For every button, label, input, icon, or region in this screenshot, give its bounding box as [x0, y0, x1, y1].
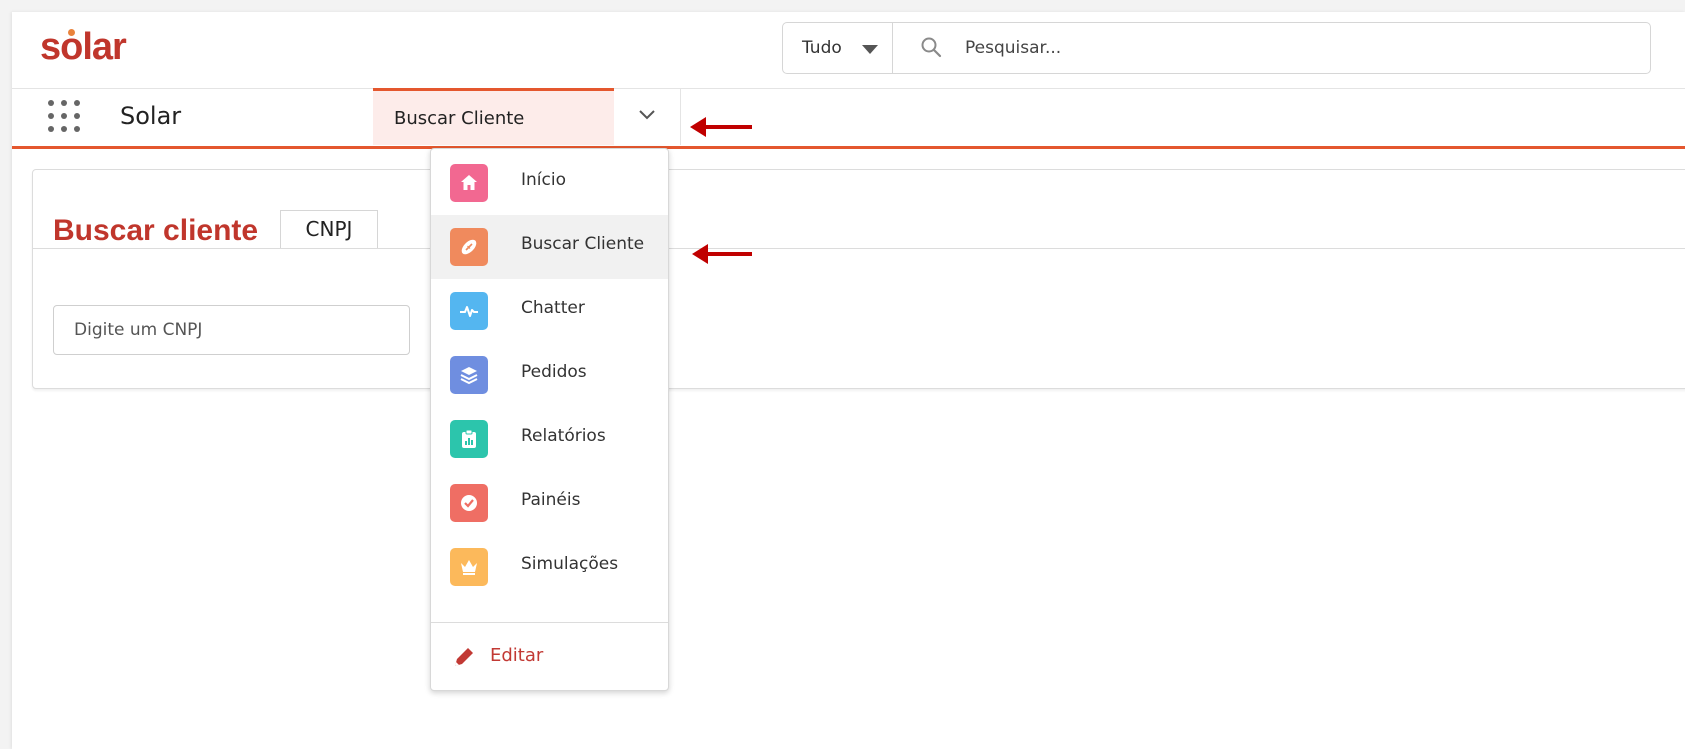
edit-nav-button[interactable]: Editar: [431, 623, 668, 689]
menu-item-label: Início: [521, 170, 566, 190]
menu-item-label: Painéis: [521, 490, 581, 510]
pulse-icon: [450, 292, 488, 330]
menu-item-simulacoes[interactable]: Simulações: [431, 535, 668, 599]
search-input[interactable]: [963, 31, 1627, 65]
menu-item-label: Buscar Cliente: [521, 234, 645, 254]
global-search: Tudo: [782, 22, 1651, 74]
menu-item-label: Relatórios: [521, 426, 606, 446]
search-scope-label: Tudo: [802, 38, 842, 58]
football-icon: [450, 228, 488, 266]
caret-down-icon: [862, 45, 878, 54]
app-name: Solar: [120, 102, 182, 130]
annotation-arrow: [692, 244, 752, 264]
card-divider: [33, 248, 1685, 249]
menu-item-buscar-cliente[interactable]: Buscar Cliente: [431, 215, 668, 279]
app-window: solar Tudo Solar Buscar Cliente: [12, 12, 1685, 749]
report-icon: [450, 420, 488, 458]
card-title: Buscar cliente: [53, 214, 259, 247]
logo-sun-icon: [68, 29, 75, 36]
menu-item-inicio[interactable]: Início: [431, 151, 668, 215]
app-navbar: Solar Buscar Cliente: [12, 88, 1685, 149]
menu-item-paineis[interactable]: Painéis: [431, 471, 668, 535]
tab-cnpj[interactable]: CNPJ: [280, 210, 378, 248]
tab-label: Buscar Cliente: [394, 108, 525, 129]
global-header: solar Tudo: [12, 12, 1685, 89]
pencil-icon: [455, 648, 473, 666]
search-scope-dropdown[interactable]: Tudo: [783, 23, 893, 73]
annotation-arrow: [690, 117, 752, 137]
layers-icon: [450, 356, 488, 394]
home-icon: [450, 164, 488, 202]
solar-logo[interactable]: solar: [40, 26, 127, 69]
menu-item-relatorios[interactable]: Relatórios: [431, 407, 668, 471]
menu-item-chatter[interactable]: Chatter: [431, 279, 668, 343]
chevron-down-icon: [639, 110, 655, 120]
crown-icon: [450, 548, 488, 586]
edit-label: Editar: [490, 645, 544, 666]
nav-items-dropdown: Início Buscar Cliente Chatter Pedidos Re: [430, 148, 669, 691]
dashboard-icon: [450, 484, 488, 522]
app-launcher-icon[interactable]: [48, 100, 82, 134]
nav-menu-toggle[interactable]: [614, 88, 681, 145]
tab-buscar-cliente[interactable]: Buscar Cliente: [373, 88, 614, 145]
menu-item-label: Chatter: [521, 298, 585, 318]
menu-item-label: Simulações: [521, 554, 619, 574]
menu-item-label: Pedidos: [521, 362, 587, 382]
menu-item-pedidos[interactable]: Pedidos: [431, 343, 668, 407]
cnpj-input[interactable]: [53, 305, 410, 355]
search-icon: [921, 37, 942, 58]
search-client-card: Buscar cliente CNPJ: [32, 169, 1685, 389]
